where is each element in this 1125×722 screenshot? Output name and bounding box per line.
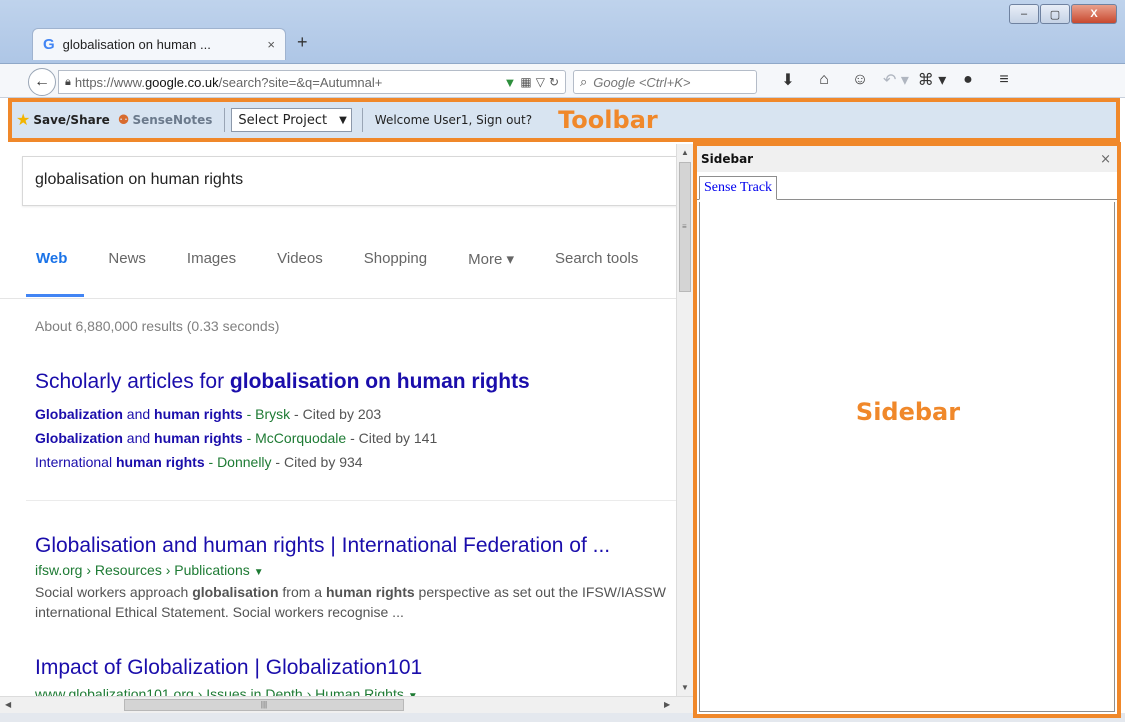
result-url[interactable]: www.globalization101.org › Issues in Dep… (35, 686, 418, 696)
select-project-dropdown[interactable]: Select Project ▼ (231, 108, 352, 132)
tab-title: globalisation on human ... (62, 37, 211, 52)
scrollbar-thumb[interactable]: ||| (124, 699, 404, 711)
shield-extension-icon[interactable]: ▼ (503, 75, 516, 90)
title-bar: – ▢ X G globalisation on human ... × + (0, 0, 1125, 64)
sidebar-body: Sidebar (699, 202, 1115, 712)
home-icon[interactable]: ⌂ (806, 71, 842, 89)
toolbar-divider (224, 108, 226, 132)
sidebar: Sidebar × Sense Track Sidebar (693, 142, 1121, 718)
close-icon[interactable]: × (1100, 152, 1111, 167)
new-tab-button[interactable]: + (297, 32, 308, 53)
tab-news[interactable]: News (108, 250, 146, 268)
reload-icon[interactable]: ↻ (549, 75, 559, 89)
navigation-bar: ← 🔒︎ https://www.google.co.uk/search?sit… (0, 64, 1125, 98)
back-arrow-icon[interactable]: ← (28, 68, 56, 96)
grip-icon: ≡ (682, 222, 687, 231)
result-title-link[interactable]: Impact of Globalization | Globalization1… (35, 656, 422, 680)
scroll-left-icon[interactable]: ◀ (5, 700, 11, 709)
menu-icon[interactable]: ≡ (986, 71, 1022, 89)
scholarly-item[interactable]: Globalization and human rights - Brysk -… (35, 406, 381, 422)
tab-sense-track[interactable]: Sense Track (699, 176, 778, 200)
scholarly-title-link[interactable]: Scholarly articles for globalisation on … (35, 370, 530, 394)
horizontal-scrollbar[interactable]: ◀ ||| ▶ (0, 696, 693, 713)
extension-toolbar: ★ Save/Share ⚉ SenseNotes Select Project… (8, 98, 1120, 142)
search-icon: ⌕ (580, 74, 588, 89)
tab-images[interactable]: Images (187, 250, 236, 268)
people-icon: ⚉ (117, 112, 130, 127)
tab-web[interactable]: Web (36, 250, 67, 268)
tab-search-tools[interactable]: Search tools (555, 250, 638, 268)
result-title-link[interactable]: Globalisation and human rights | Interna… (35, 534, 610, 558)
qr-code-icon[interactable]: ▦ (520, 75, 531, 89)
maximize-button[interactable]: ▢ (1040, 4, 1070, 24)
nav-icons: ⬇ ⌂ ☺ ↶ ▾ ⌘ ▾ ● ≡ (770, 70, 1022, 90)
tab-more[interactable]: More ▾ (468, 250, 514, 268)
page-content: globalisation on human rights Web News I… (0, 144, 680, 696)
tab-shopping[interactable]: Shopping (364, 250, 427, 268)
tab-close-icon[interactable]: × (267, 37, 275, 52)
url-text[interactable]: https://www.google.co.uk/search?site=&q=… (75, 75, 500, 90)
url-dropdown-icon[interactable]: ▼ (254, 567, 264, 578)
google-search-input[interactable]: globalisation on human rights (22, 156, 680, 206)
google-tabs: Web News Images Videos Shopping More ▾ S… (36, 250, 679, 268)
select-project-label: Select Project (238, 112, 328, 128)
result-separator (26, 500, 676, 501)
search-input[interactable]: ⌕ Google <Ctrl+K> (573, 70, 757, 94)
result-stats: About 6,880,000 results (0.33 seconds) (35, 318, 280, 334)
save-share-button[interactable]: Save/Share (33, 113, 109, 127)
star-icon: ★ (16, 112, 31, 129)
result-snippet: Social workers approach globalisation fr… (35, 584, 666, 620)
tab-videos[interactable]: Videos (277, 250, 323, 268)
lock-icon: 🔒︎ (65, 75, 71, 88)
browser-tab[interactable]: G globalisation on human ... × (32, 28, 286, 60)
sidebar-title: Sidebar (701, 152, 754, 166)
close-window-button[interactable]: X (1071, 4, 1117, 24)
toolbar-divider (361, 108, 363, 132)
scholarly-item[interactable]: Globalization and human rights - McCorqu… (35, 430, 437, 446)
result-url[interactable]: ifsw.org › Resources › Publications ▼ (35, 562, 264, 578)
vertical-scrollbar[interactable]: ▲ ≡ ▼ (676, 144, 693, 696)
scroll-up-icon[interactable]: ▲ (681, 148, 689, 157)
url-bar[interactable]: 🔒︎ https://www.google.co.uk/search?site=… (58, 70, 566, 94)
search-placeholder: Google <Ctrl+K> (593, 74, 691, 90)
active-tab-indicator (26, 294, 84, 297)
download-icon[interactable]: ⬇ (770, 70, 806, 90)
scroll-down-icon[interactable]: ▼ (681, 683, 689, 692)
undo-icon[interactable]: ↶ ▾ (878, 70, 914, 90)
dropdown-arrow-icon[interactable]: ▽ (536, 75, 545, 89)
minimize-button[interactable]: – (1009, 4, 1039, 24)
divider (0, 298, 680, 299)
chat-icon[interactable]: ☺ (842, 71, 878, 89)
speech-bubble-icon[interactable]: ● (950, 71, 986, 89)
chevron-down-icon: ▼ (339, 114, 347, 126)
window-controls: – ▢ X (1008, 4, 1117, 24)
sensenotes-button[interactable]: SenseNotes (132, 113, 212, 127)
sidebar-tabs: Sense Track (697, 172, 1117, 200)
scholarly-item[interactable]: International human rights - Donnelly - … (35, 454, 363, 470)
welcome-signout-link[interactable]: Welcome User1, Sign out? (375, 113, 532, 127)
crop-icon[interactable]: ⌘ ▾ (914, 70, 950, 90)
scroll-right-icon[interactable]: ▶ (664, 700, 670, 709)
sidebar-annotation: Sidebar (855, 398, 961, 426)
toolbar-annotation: Toolbar (558, 106, 658, 134)
google-favicon-icon: G (43, 36, 55, 53)
sidebar-header: Sidebar × (697, 146, 1117, 172)
